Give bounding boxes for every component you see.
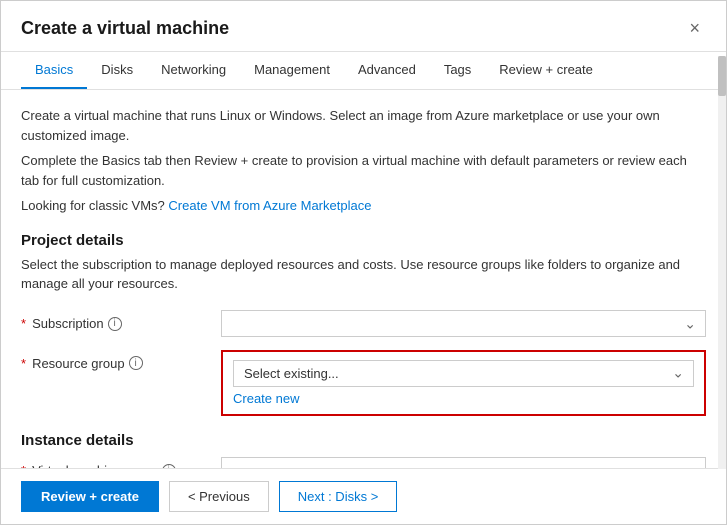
tab-basics[interactable]: Basics [21,52,87,89]
vm-name-control [221,457,706,468]
resource-group-row: * Resource group i Select existing... Cr… [21,350,706,416]
subscription-required: * [21,316,26,331]
subscription-label: * Subscription i [21,316,221,331]
tabs-bar: Basics Disks Networking Management Advan… [1,52,726,90]
vm-name-row: * Virtual machine name i [21,455,706,469]
project-details-desc: Select the subscription to manage deploy… [21,255,706,294]
instance-details-title: Instance details [21,432,706,449]
tab-networking[interactable]: Networking [147,52,240,89]
subscription-label-text: Subscription [32,316,104,331]
review-create-button[interactable]: Review + create [21,481,159,512]
next-button[interactable]: Next : Disks > [279,481,398,512]
resource-group-highlighted-section: Select existing... Create new [221,350,706,416]
resource-group-select[interactable]: Select existing... [233,360,694,387]
create-vm-dialog: Create a virtual machine × Basics Disks … [0,0,727,525]
tab-tags[interactable]: Tags [430,52,485,89]
dialog-title: Create a virtual machine [21,18,229,39]
create-new-resource-group-link[interactable]: Create new [233,391,694,406]
resource-group-select-wrapper: Select existing... [233,360,694,387]
resource-group-control: Select existing... Create new [221,350,706,416]
subscription-row: * Subscription i [21,308,706,340]
tab-management[interactable]: Management [240,52,344,89]
close-button[interactable]: × [683,17,706,39]
scrollbar-thumb[interactable] [718,56,726,96]
resource-group-info-icon[interactable]: i [129,356,143,370]
resource-group-label: * Resource group i [21,350,221,371]
subscription-info-icon[interactable]: i [108,317,122,331]
subscription-select-wrapper [221,310,706,337]
project-details-title: Project details [21,232,706,249]
description-line2: Complete the Basics tab then Review + cr… [21,151,706,190]
content-area: Create a virtual machine that runs Linux… [1,90,726,468]
resource-group-required: * [21,356,26,371]
tab-review-create[interactable]: Review + create [485,52,607,89]
previous-button[interactable]: < Previous [169,481,269,512]
subscription-select[interactable] [221,310,706,337]
tab-disks[interactable]: Disks [87,52,147,89]
dialog-header: Create a virtual machine × [1,1,726,52]
scrollbar-track [718,56,726,469]
footer: Review + create < Previous Next : Disks … [1,468,726,524]
tab-advanced[interactable]: Advanced [344,52,430,89]
resource-group-inner: Select existing... Create new [233,360,694,406]
description-line3: Looking for classic VMs? Create VM from … [21,196,706,216]
description-line3-prefix: Looking for classic VMs? [21,198,168,213]
subscription-control [221,310,706,337]
vm-name-input[interactable] [221,457,706,468]
azure-marketplace-link[interactable]: Create VM from Azure Marketplace [168,198,371,213]
description-line1: Create a virtual machine that runs Linux… [21,106,706,145]
resource-group-label-text: Resource group [32,356,125,371]
